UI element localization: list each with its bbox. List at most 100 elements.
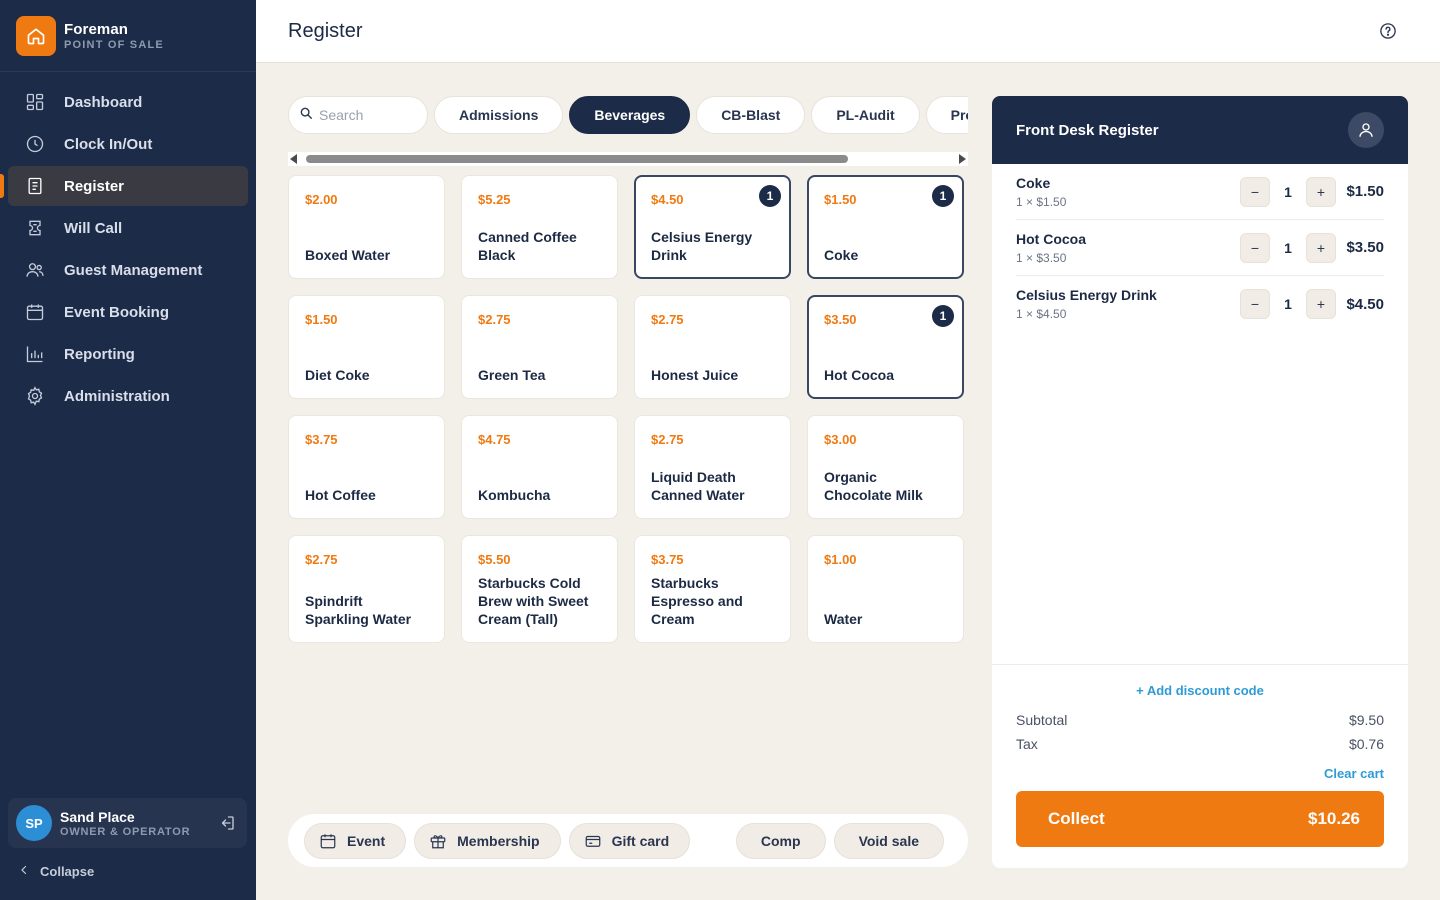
category-beverages[interactable]: Beverages [569,96,691,134]
category-scrollbar[interactable] [288,152,968,166]
gift-card-button-label: Gift card [611,832,670,849]
product-card[interactable]: $1.00 Water [807,535,964,643]
product-card[interactable]: $4.75 Kombucha [461,415,618,519]
void-sale-button[interactable]: Void sale [833,822,944,859]
product-card[interactable]: $5.25 Canned Coffee Black [461,175,618,279]
gift-icon [429,832,447,850]
category-products[interactable]: Products [925,96,968,134]
category-admissions[interactable]: Admissions [434,96,564,134]
scrollbar-thumb[interactable] [306,155,848,163]
ticket-icon [24,217,46,239]
product-card[interactable]: $3.75 Starbucks Espresso and Cream [634,535,791,643]
cart-header: Front Desk Register [992,96,1408,164]
clock-icon [24,133,46,155]
product-price: $1.50 [305,312,338,327]
home-icon[interactable] [16,15,56,56]
decrease-quantity-button[interactable]: − [1240,289,1270,319]
decrease-quantity-button[interactable]: − [1240,232,1270,263]
cart-footer: + Add discount code Subtotal $9.50 Tax $… [992,664,1408,868]
product-card[interactable]: $1.50 Diet Coke [288,295,445,399]
product-name: Boxed Water [305,247,391,263]
category-cb-blast[interactable]: CB-Blast [696,96,806,134]
product-price: $1.00 [824,552,857,567]
product-card[interactable]: $2.75 Honest Juice [634,295,791,399]
product-card[interactable]: $5.50 Starbucks Cold Brew with Sweet Crea… [461,535,618,643]
increase-quantity-button[interactable]: + [1306,289,1336,319]
help-icon[interactable] [1379,22,1397,40]
sidebar-item-label: Guest Management [64,261,203,279]
product-name: Organic Chocolate Milk [824,469,923,503]
line-name: Celsius Energy Drink [1016,287,1157,303]
product-name: Hot Cocoa [824,367,894,383]
page-title: Register [288,20,363,42]
product-card[interactable]: $3.75 Hot Coffee [288,415,445,519]
search-box [288,96,428,134]
increase-quantity-button[interactable]: + [1306,176,1336,207]
sidebar-item-will-call[interactable]: Will Call [8,208,248,248]
product-card[interactable]: $3.50 Hot Cocoa 1 [807,295,964,399]
product-card[interactable]: $2.00 Boxed Water [288,175,445,279]
comp-button[interactable]: Comp [735,822,826,859]
event-button[interactable]: Event [304,822,407,859]
category-pl-audit[interactable]: PL-Audit [811,96,920,134]
scroll-right-arrow[interactable] [959,154,966,164]
product-name: Green Tea [478,367,546,383]
product-price: $1.50 [824,192,857,207]
subtotal-row: Subtotal $9.50 [1016,712,1384,728]
product-card[interactable]: $3.00 Organic Chocolate Milk [807,415,964,519]
collect-total: $10.26 [1308,809,1360,828]
collapse-label: Collapse [40,864,95,879]
credit-card-icon [584,832,602,850]
sidebar-item-event-booking[interactable]: Event Booking [8,292,248,332]
product-card[interactable]: $2.75 Green Tea [461,295,618,399]
product-price: $2.75 [651,312,684,327]
quantity-badge: 1 [759,185,781,207]
sidebar-item-clock[interactable]: Clock In/Out [8,124,248,164]
product-name: Diet Coke [305,367,370,383]
product-grid: $2.00 Boxed Water $5.25 Canned Coffee Blac… [288,175,968,643]
line-unit-price: 1 × $3.50 [1016,250,1067,265]
line-name: Coke [1016,174,1051,191]
user-icon[interactable] [1348,112,1384,148]
quantity-badge: 1 [932,185,954,207]
action-bar: Event Membership Gift card Comp Void sal… [288,814,968,867]
product-card[interactable]: $4.50 Celsius Energy Drink 1 [634,175,791,279]
product-price: $3.00 [824,432,857,447]
sidebar-item-register[interactable]: Register [0,166,248,206]
sidebar-item-guest-management[interactable]: Guest Management [8,250,248,290]
product-price: $3.75 [305,432,338,447]
sidebar-item-label: Administration [64,387,170,405]
sidebar-item-label: Event Booking [64,303,170,321]
product-price: $4.50 [651,192,684,207]
search-icon [299,106,313,125]
collapse-button[interactable]: Collapse [18,864,94,879]
user-role: OWNER & OPERATOR [60,825,191,838]
sidebar-item-administration[interactable]: Administration [8,376,248,416]
sidebar-item-label: Clock In/Out [64,135,153,153]
membership-button[interactable]: Membership [414,822,561,859]
increase-quantity-button[interactable]: + [1306,232,1336,263]
sidebar-item-dashboard[interactable]: Dashboard [8,82,248,122]
gift-card-button[interactable]: Gift card [568,822,691,859]
cart-line: Celsius Energy Drink 1 × $4.50 − 1 + $4.… [1016,276,1384,332]
cart-lines: Coke 1 × $1.50 − 1 + $1.50 Hot Cocoa 1 ×… [992,164,1408,332]
collect-label: Collect [1048,809,1105,828]
scroll-left-arrow[interactable] [290,154,297,164]
sidebar-item-reporting[interactable]: Reporting [8,334,248,374]
product-price: $3.75 [651,552,684,567]
tax-label: Tax [1016,736,1038,752]
subtotal-label: Subtotal [1016,712,1068,728]
product-card[interactable]: $1.50 Coke 1 [807,175,964,279]
add-discount-link[interactable]: + Add discount code [1016,683,1384,698]
collect-button[interactable]: Collect $10.26 [1016,791,1384,847]
line-unit-price: 1 × $1.50 [1016,194,1067,209]
product-card[interactable]: $2.75 Spindrift Sparkling Water [288,535,445,643]
logout-icon[interactable] [215,811,239,835]
search-input[interactable] [319,107,419,123]
sidebar-item-label: Register [64,177,125,195]
line-quantity: 1 [1284,183,1292,200]
product-card[interactable]: $2.75 Liquid Death Canned Water [634,415,791,519]
decrease-quantity-button[interactable]: − [1240,176,1270,207]
clear-cart-link[interactable]: Clear cart [1016,766,1384,781]
product-name: Starbucks Cold Brew with Sweet Cream (Ta… [478,575,589,627]
